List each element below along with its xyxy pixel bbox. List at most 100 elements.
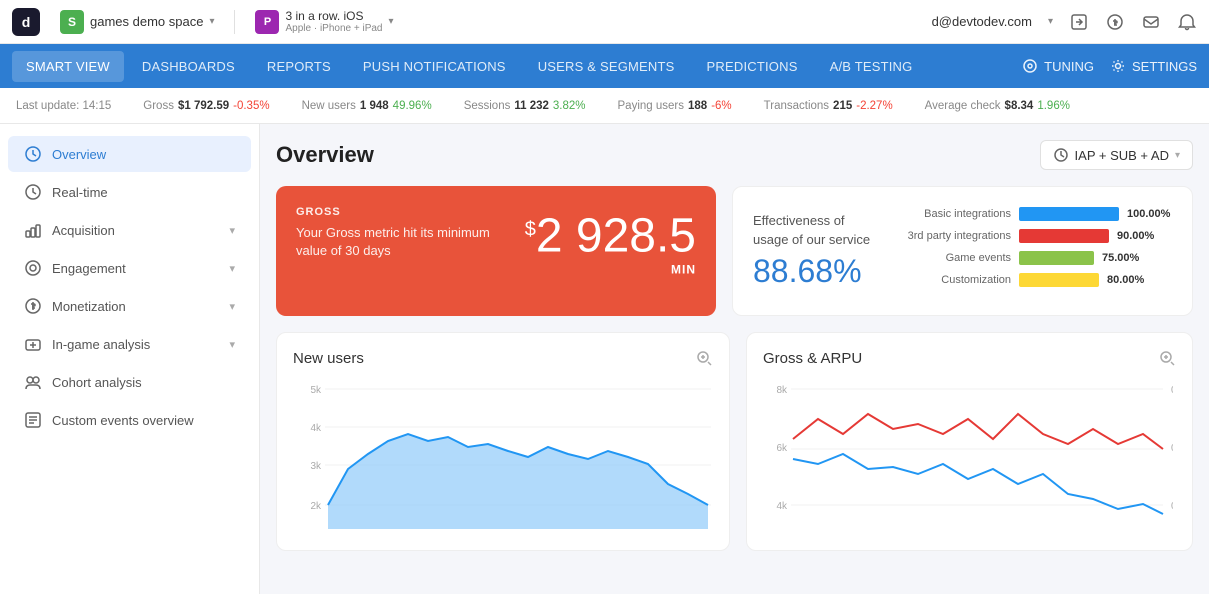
eff-row-basic: Basic integrations 100.00%	[891, 207, 1172, 221]
ingame-icon	[24, 335, 42, 353]
filter-button[interactable]: IAP + SUB + AD ▾	[1040, 140, 1193, 170]
svg-text:3k: 3k	[310, 461, 322, 472]
top-bar: d S games demo space ▾ P 3 in a row. iOS…	[0, 0, 1209, 44]
svg-text:4k: 4k	[310, 423, 322, 434]
sidebar-item-overview[interactable]: Overview	[8, 136, 251, 172]
nav-predictions[interactable]: PREDICTIONS	[693, 51, 812, 82]
project-chevron-icon: ▾	[389, 16, 394, 27]
stat-sessions-change: 3.82%	[553, 100, 586, 112]
nav-ab-testing[interactable]: A/B TESTING	[816, 51, 927, 82]
gross-min-label: MIN	[525, 263, 696, 277]
nav-reports[interactable]: REPORTS	[253, 51, 345, 82]
stat-new-users-change: 49.96%	[393, 100, 432, 112]
effectiveness-card: Effectiveness of usage of our service 88…	[732, 186, 1193, 316]
svg-text:6k: 6k	[776, 443, 788, 454]
content-header: Overview IAP + SUB + AD ▾	[276, 140, 1193, 170]
sidebar-item-engagement[interactable]: Engagement ▾	[8, 250, 251, 286]
project-sub: Apple · iPhone + iPad	[285, 23, 382, 34]
sidebar-item-cohort[interactable]: Cohort analysis	[8, 364, 251, 400]
eff-bar-basic	[1019, 207, 1119, 221]
sidebar-item-monetization[interactable]: Monetization ▾	[8, 288, 251, 324]
charts-row: New users 5k 4k 3k 2k	[276, 332, 1193, 551]
filter-label: IAP + SUB + AD	[1075, 148, 1169, 163]
gross-arpu-chart-card: Gross & ARPU 8k 6k 4k 0.6 0.45 0.3	[746, 332, 1193, 551]
eff-row-game: Game events 75.00%	[891, 251, 1172, 265]
gross-dollar: $	[525, 219, 536, 242]
top-bar-right: d@devtodev.com ▾	[932, 12, 1197, 32]
custom-events-icon	[24, 411, 42, 429]
nav-settings[interactable]: SETTINGS	[1110, 58, 1197, 74]
gross-desc: Your Gross metric hit its minimum value …	[296, 224, 496, 260]
svg-text:0.45: 0.45	[1171, 443, 1173, 454]
gross-arpu-zoom-icon[interactable]	[1158, 349, 1176, 367]
svg-text:2k: 2k	[310, 501, 322, 512]
effectiveness-percent: 88.68%	[753, 253, 871, 290]
svg-text:0.3: 0.3	[1171, 501, 1173, 512]
stat-gross-change: -0.35%	[233, 100, 269, 112]
app-name: games demo space	[90, 14, 203, 29]
filter-chevron-icon: ▾	[1175, 150, 1180, 161]
user-chevron-icon: ▾	[1048, 16, 1053, 27]
gross-arpu-svg: 8k 6k 4k 0.6 0.45 0.3	[763, 379, 1173, 534]
gross-value: $ 2 928.5 MIN	[525, 213, 696, 277]
project-selector[interactable]: P 3 in a row. iOS Apple · iPhone + iPad …	[247, 5, 401, 38]
last-update: Last update: 14:15	[16, 100, 111, 112]
acquisition-chevron-icon: ▾	[229, 224, 235, 237]
nav-push-notifications[interactable]: PUSH NOTIFICATIONS	[349, 51, 520, 82]
sidebar-item-acquisition[interactable]: Acquisition ▾	[8, 212, 251, 248]
user-email: d@devtodev.com	[932, 14, 1032, 29]
eff-row-custom: Customization 80.00%	[891, 273, 1172, 287]
nav-tuning[interactable]: TUNING	[1022, 58, 1094, 74]
effectiveness-bars: Basic integrations 100.00% 3rd party int…	[891, 207, 1172, 295]
stat-transactions-change: -2.27%	[856, 100, 892, 112]
svg-text:5k: 5k	[310, 385, 322, 396]
nav-dashboards[interactable]: DASHBOARDS	[128, 51, 249, 82]
new-users-chart-title: New users	[293, 350, 364, 367]
eff-row-3rdparty: 3rd party integrations 90.00%	[891, 229, 1172, 243]
stat-new-users: New users 1 948 49.96%	[302, 100, 432, 112]
project-icon: P	[255, 10, 279, 34]
stat-paying-users: Paying users 188 -6%	[618, 100, 732, 112]
divider	[234, 10, 235, 34]
message-icon[interactable]	[1141, 12, 1161, 32]
new-users-chart-card: New users 5k 4k 3k 2k	[276, 332, 730, 551]
export-icon[interactable]	[1069, 12, 1089, 32]
stat-paying-change: -6%	[711, 100, 731, 112]
ingame-chevron-icon: ▾	[229, 338, 235, 351]
stat-sessions: Sessions 11 232 3.82%	[464, 100, 586, 112]
logo-icon: d	[12, 8, 40, 36]
acquisition-icon	[24, 221, 42, 239]
gross-arpu-chart-title: Gross & ARPU	[763, 350, 862, 367]
new-users-svg: 5k 4k 3k 2k	[293, 379, 713, 534]
sidebar: Overview Real-time Acquisition ▾ Engagem…	[0, 124, 260, 594]
stats-bar: Last update: 14:15 Gross $1 792.59 -0.35…	[0, 88, 1209, 124]
app-icon: S	[60, 10, 84, 34]
page-title: Overview	[276, 142, 374, 168]
stat-avg-check: Average check $8.34 1.96%	[925, 100, 1070, 112]
svg-text:4k: 4k	[776, 501, 788, 512]
project-name: 3 in a row. iOS	[285, 9, 382, 23]
nav-users-segments[interactable]: USERS & SEGMENTS	[524, 51, 689, 82]
overview-icon	[24, 145, 42, 163]
notification-icon[interactable]	[1177, 12, 1197, 32]
new-users-zoom-icon[interactable]	[695, 349, 713, 367]
sidebar-item-ingame[interactable]: In-game analysis ▾	[8, 326, 251, 362]
app-selector[interactable]: S games demo space ▾	[52, 6, 222, 38]
stat-avg-check-change: 1.96%	[1037, 100, 1070, 112]
main-layout: Overview Real-time Acquisition ▾ Engagem…	[0, 124, 1209, 594]
nav-smart-view[interactable]: SMART VIEW	[12, 51, 124, 82]
gross-number: 2 928.5	[536, 213, 696, 261]
new-users-chart-area: 5k 4k 3k 2k	[293, 379, 713, 534]
main-content: Overview IAP + SUB + AD ▾ GROSS Your Gro…	[260, 124, 1209, 594]
eff-bar-custom	[1019, 273, 1099, 287]
sidebar-item-realtime[interactable]: Real-time	[8, 174, 251, 210]
cohort-icon	[24, 373, 42, 391]
nav-bar: SMART VIEW DASHBOARDS REPORTS PUSH NOTIF…	[0, 44, 1209, 88]
filter-icon	[1053, 147, 1069, 163]
billing-icon[interactable]	[1105, 12, 1125, 32]
eff-bar-3rdparty	[1019, 229, 1109, 243]
gross-card: GROSS Your Gross metric hit its minimum …	[276, 186, 716, 316]
sidebar-item-custom-events[interactable]: Custom events overview	[8, 402, 251, 438]
svg-text:0.6: 0.6	[1171, 385, 1173, 396]
eff-bar-game	[1019, 251, 1094, 265]
